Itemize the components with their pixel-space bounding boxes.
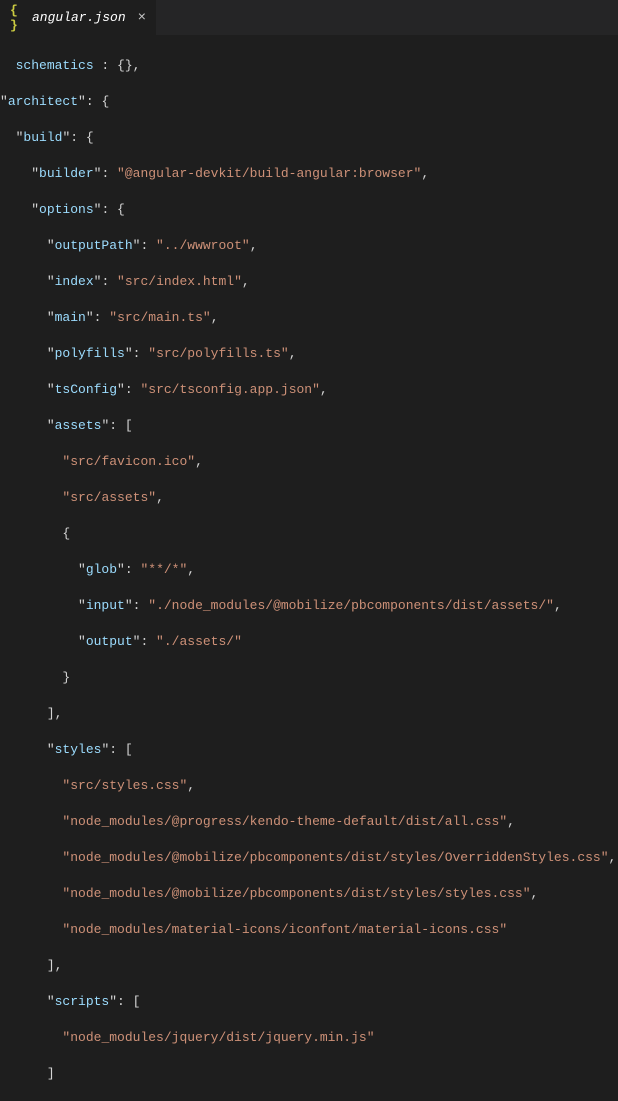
code-line: schematics : {}, (0, 57, 618, 75)
code-line: "glob": "**/*", (0, 561, 618, 579)
code-line: "scripts": [ (0, 993, 618, 1011)
code-line: "assets": [ (0, 417, 618, 435)
code-line: { (0, 525, 618, 543)
code-line: "node_modules/material-icons/iconfont/ma… (0, 921, 618, 939)
code-line: "node_modules/@mobilize/pbcomponents/dis… (0, 885, 618, 903)
code-line: "tsConfig": "src/tsconfig.app.json", (0, 381, 618, 399)
tab-filename: angular.json (32, 10, 126, 25)
code-line: "node_modules/@progress/kendo-theme-defa… (0, 813, 618, 831)
tab-angular-json[interactable]: { } angular.json × (0, 0, 157, 35)
code-line: ] (0, 1065, 618, 1083)
code-line: "outputPath": "../wwwroot", (0, 237, 618, 255)
code-line: "builder": "@angular-devkit/build-angula… (0, 165, 618, 183)
code-line: "options": { (0, 201, 618, 219)
code-line: ], (0, 705, 618, 723)
code-line: "src/favicon.ico", (0, 453, 618, 471)
code-line: ], (0, 957, 618, 975)
code-line: "node_modules/@mobilize/pbcomponents/dis… (0, 849, 618, 867)
code-line: "styles": [ (0, 741, 618, 759)
code-line: "architect": { (0, 93, 618, 111)
json-file-icon: { } (10, 10, 26, 26)
code-line: "index": "src/index.html", (0, 273, 618, 291)
code-line: "src/assets", (0, 489, 618, 507)
code-line: } (0, 669, 618, 687)
close-icon[interactable]: × (138, 10, 146, 26)
code-line: "src/styles.css", (0, 777, 618, 795)
code-line: "node_modules/jquery/dist/jquery.min.js" (0, 1029, 618, 1047)
code-line: "output": "./assets/" (0, 633, 618, 651)
code-editor[interactable]: schematics : {}, "architect": { "build":… (0, 35, 618, 1101)
code-line: "polyfills": "src/polyfills.ts", (0, 345, 618, 363)
code-line: "input": "./node_modules/@mobilize/pbcom… (0, 597, 618, 615)
tab-bar: { } angular.json × (0, 0, 618, 35)
code-line: "build": { (0, 129, 618, 147)
code-line: "main": "src/main.ts", (0, 309, 618, 327)
